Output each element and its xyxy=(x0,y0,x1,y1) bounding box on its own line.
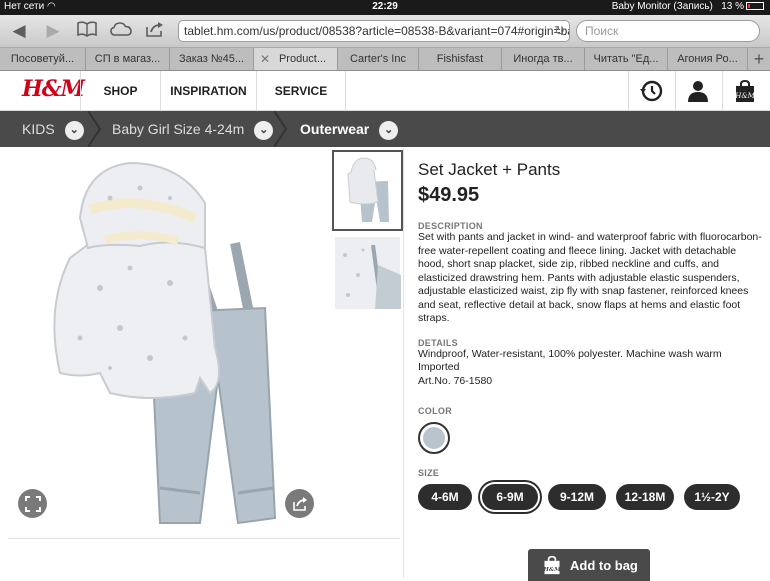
details-line: Imported xyxy=(418,361,460,373)
breadcrumb: KIDS ⌄ Baby Girl Size 4-24m ⌄ Outerwear ⌄ xyxy=(0,111,770,147)
chevron-down-icon[interactable]: ⌄ xyxy=(379,121,399,140)
tab-label: Читать "Ед... xyxy=(593,53,659,65)
breadcrumb-label: Outerwear xyxy=(300,121,370,137)
history-icon[interactable] xyxy=(628,71,673,111)
details-line: Windproof, Water-resistant, 100% polyest… xyxy=(418,347,722,360)
shopping-bag-icon: H&M xyxy=(542,555,561,575)
thumbnail-2[interactable] xyxy=(332,234,403,315)
tab-strip: Посоветуй... СП в магаз... Заказ №45... … xyxy=(0,48,770,71)
site-header: H&M SHOP INSPIRATION SERVICE H&M xyxy=(0,71,770,111)
tab-label: Carter's Inc xyxy=(350,53,406,65)
breadcrumb-label: Baby Girl Size 4-24m xyxy=(112,121,245,137)
tab-label: Product... xyxy=(278,53,327,65)
product-image[interactable] xyxy=(0,148,330,538)
description-label: DESCRIPTION xyxy=(418,221,483,231)
new-tab-button[interactable]: + xyxy=(748,48,770,70)
breadcrumb-separator xyxy=(88,111,102,147)
product-illustration xyxy=(53,161,277,525)
article-number: Art.No. 76-1580 xyxy=(418,374,493,387)
browser-tab[interactable]: Посоветуй... xyxy=(0,48,86,70)
tab-label: СП в магаз... xyxy=(94,53,161,65)
fullscreen-icon[interactable] xyxy=(18,489,47,518)
breadcrumb-separator xyxy=(274,111,288,147)
column-divider xyxy=(403,148,404,578)
nav-inspiration[interactable]: INSPIRATION xyxy=(160,71,256,111)
size-option[interactable]: 4-6M xyxy=(418,484,472,510)
breadcrumb-label: KIDS xyxy=(22,121,55,137)
browser-toolbar: ◀ ▶ tablet.hm.com/us/product/08538?artic… xyxy=(0,15,770,48)
hm-logo[interactable]: H&M xyxy=(22,76,85,102)
svg-text:H&M: H&M xyxy=(542,567,561,573)
close-tab-icon[interactable]: ✕ xyxy=(260,48,270,70)
browser-tab[interactable]: Иногда тв... xyxy=(502,48,585,70)
account-icon[interactable] xyxy=(675,71,720,111)
color-fill xyxy=(423,427,445,449)
status-bar: Нет сети ◠ 22:29 Baby Monitor (Запись) 1… xyxy=(0,0,770,15)
svg-text:H&M: H&M xyxy=(734,92,755,100)
share-product-icon[interactable] xyxy=(285,489,314,518)
thumbnail-1[interactable] xyxy=(332,150,403,231)
tab-label: Иногда тв... xyxy=(513,53,573,65)
thumbnail-list xyxy=(332,150,404,318)
bookmarks-icon[interactable] xyxy=(76,21,98,41)
browser-tab[interactable]: Заказ №45... xyxy=(170,48,254,70)
breadcrumb-kids[interactable]: KIDS ⌄ xyxy=(22,111,84,147)
forward-icon[interactable]: ▶ xyxy=(42,21,64,41)
reload-icon[interactable]: ↻ xyxy=(554,23,565,39)
tab-label: Агония Ро... xyxy=(677,53,738,65)
product-info: Set Jacket + Pants $49.95 DESCRIPTION Se… xyxy=(418,160,763,510)
breadcrumb-baby-girl[interactable]: Baby Girl Size 4-24m ⌄ xyxy=(112,111,274,147)
tab-label: Посоветуй... xyxy=(10,53,75,65)
browser-tab[interactable]: Читать "Ед... xyxy=(585,48,668,70)
icloud-tabs-icon[interactable] xyxy=(110,21,132,41)
image-divider xyxy=(8,538,400,539)
browser-tab[interactable]: Агония Ро... xyxy=(668,48,748,70)
browser-tab[interactable]: СП в магаз... xyxy=(86,48,170,70)
browser-tab-active[interactable]: ✕ Product... xyxy=(254,48,338,70)
product-title: Set Jacket + Pants xyxy=(418,160,561,179)
nav-service[interactable]: SERVICE xyxy=(256,71,346,111)
tab-label: Заказ №45... xyxy=(178,53,245,65)
chevron-down-icon[interactable]: ⌄ xyxy=(254,121,274,140)
size-option[interactable]: 1½-2Y xyxy=(684,484,740,510)
description-text: Set with pants and jacket in wind- and w… xyxy=(418,231,762,324)
add-to-bag-button[interactable]: H&M Add to bag xyxy=(528,549,650,581)
back-icon[interactable]: ◀ xyxy=(8,21,30,41)
size-option[interactable]: 12-18M xyxy=(616,484,674,510)
tab-label: Fishisfast xyxy=(436,53,484,65)
share-icon[interactable] xyxy=(144,21,166,41)
details-label: DETAILS xyxy=(418,337,458,348)
search-placeholder: Поиск xyxy=(585,24,619,38)
shopping-bag-icon[interactable]: H&M xyxy=(722,71,767,111)
product-price: $49.95 xyxy=(418,184,480,206)
browser-tab[interactable]: Fishisfast xyxy=(419,48,502,70)
battery-icon xyxy=(746,2,764,10)
add-to-bag-label: Add to bag xyxy=(570,558,638,573)
color-swatch[interactable] xyxy=(418,422,450,454)
url-text: tablet.hm.com/us/product/08538?article=0… xyxy=(184,24,570,38)
status-right: Baby Monitor (Запись) 13 % xyxy=(612,1,764,12)
size-options: 4-6M 6-9M 9-12M 12-18M 1½-2Y xyxy=(418,484,763,510)
breadcrumb-outerwear[interactable]: Outerwear ⌄ xyxy=(300,111,399,147)
nav-shop[interactable]: SHOP xyxy=(80,71,160,111)
size-label: SIZE xyxy=(418,468,440,478)
url-field[interactable]: tablet.hm.com/us/product/08538?article=0… xyxy=(178,20,570,42)
search-input[interactable]: Поиск xyxy=(576,20,760,42)
color-label: COLOR xyxy=(418,406,452,416)
size-option-selected[interactable]: 6-9M xyxy=(482,484,538,510)
browser-tab[interactable]: Carter's Inc xyxy=(338,48,419,70)
chevron-down-icon[interactable]: ⌄ xyxy=(64,121,84,140)
size-option[interactable]: 9-12M xyxy=(548,484,606,510)
